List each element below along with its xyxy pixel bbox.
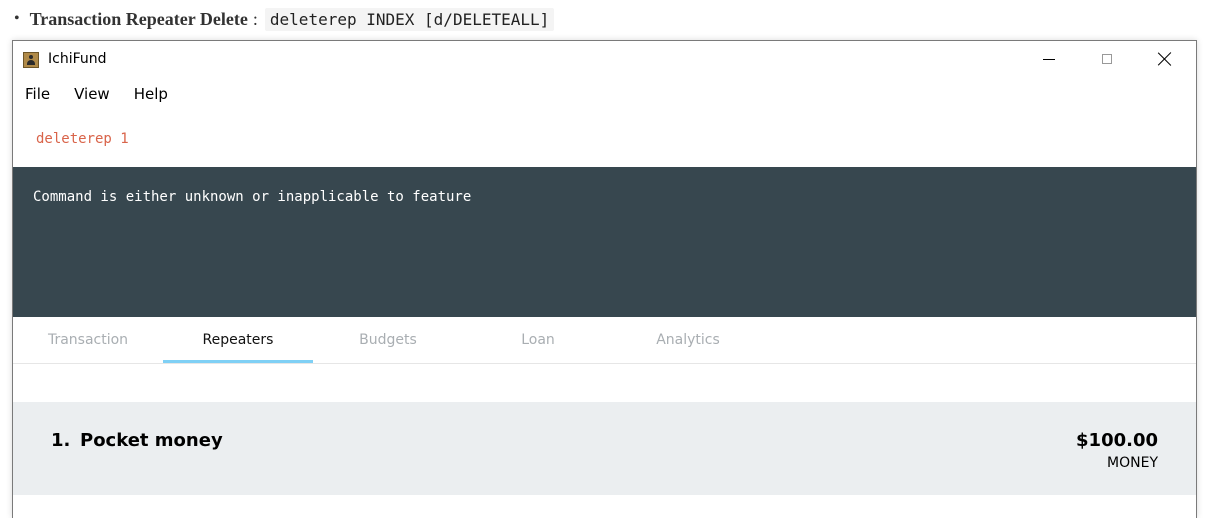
command-box[interactable]: deleterep 1: [13, 121, 1196, 167]
command-syntax: deleterep INDEX [d/DELETEALL]: [264, 7, 555, 31]
tab-loan[interactable]: Loan: [463, 317, 613, 363]
tab-bar: Transaction Repeaters Budgets Loan Analy…: [13, 317, 1196, 364]
maximize-button[interactable]: [1078, 41, 1136, 77]
menu-file[interactable]: File: [23, 85, 52, 107]
menu-help[interactable]: Help: [132, 85, 170, 107]
feature-colon: :: [252, 8, 258, 29]
repeater-card[interactable]: 1. Pocket money $100.00 MONEY: [13, 402, 1196, 495]
tab-repeaters[interactable]: Repeaters: [163, 317, 313, 363]
result-message: Command is either unknown or inapplicabl…: [33, 189, 472, 205]
tab-budgets[interactable]: Budgets: [313, 317, 463, 363]
repeater-category: MONEY: [1107, 455, 1158, 471]
close-button[interactable]: [1136, 41, 1194, 77]
app-window: IchiFund File View Help deleterep 1 Comm…: [12, 40, 1197, 518]
repeater-amount: $100.00: [1076, 430, 1158, 451]
menu-view[interactable]: View: [72, 85, 112, 107]
minimize-button[interactable]: [1020, 41, 1078, 77]
doc-feature-line: • Transaction Repeater Delete : deletere…: [14, 6, 555, 32]
maximize-icon: [1102, 54, 1112, 64]
window-title: IchiFund: [48, 51, 107, 67]
repeater-index: 1.: [51, 430, 71, 451]
result-display: Command is either unknown or inapplicabl…: [13, 167, 1196, 317]
contact-book-icon: [23, 52, 39, 68]
command-input[interactable]: deleterep 1: [36, 131, 129, 147]
bullet-point: •: [14, 10, 20, 27]
command-keyword: deleterep: [269, 9, 357, 29]
command-args: INDEX [d/DELETEALL]: [356, 9, 550, 29]
feature-name: Transaction Repeater Delete: [29, 8, 248, 29]
repeater-description: Pocket money: [80, 430, 223, 451]
menu-bar: File View Help: [23, 85, 190, 107]
close-icon: [1158, 52, 1172, 66]
title-bar[interactable]: IchiFund: [13, 41, 1196, 77]
active-tab-indicator: [163, 360, 313, 363]
tab-transaction[interactable]: Transaction: [13, 317, 163, 363]
minimize-icon: [1043, 58, 1055, 60]
tab-analytics[interactable]: Analytics: [613, 317, 763, 363]
